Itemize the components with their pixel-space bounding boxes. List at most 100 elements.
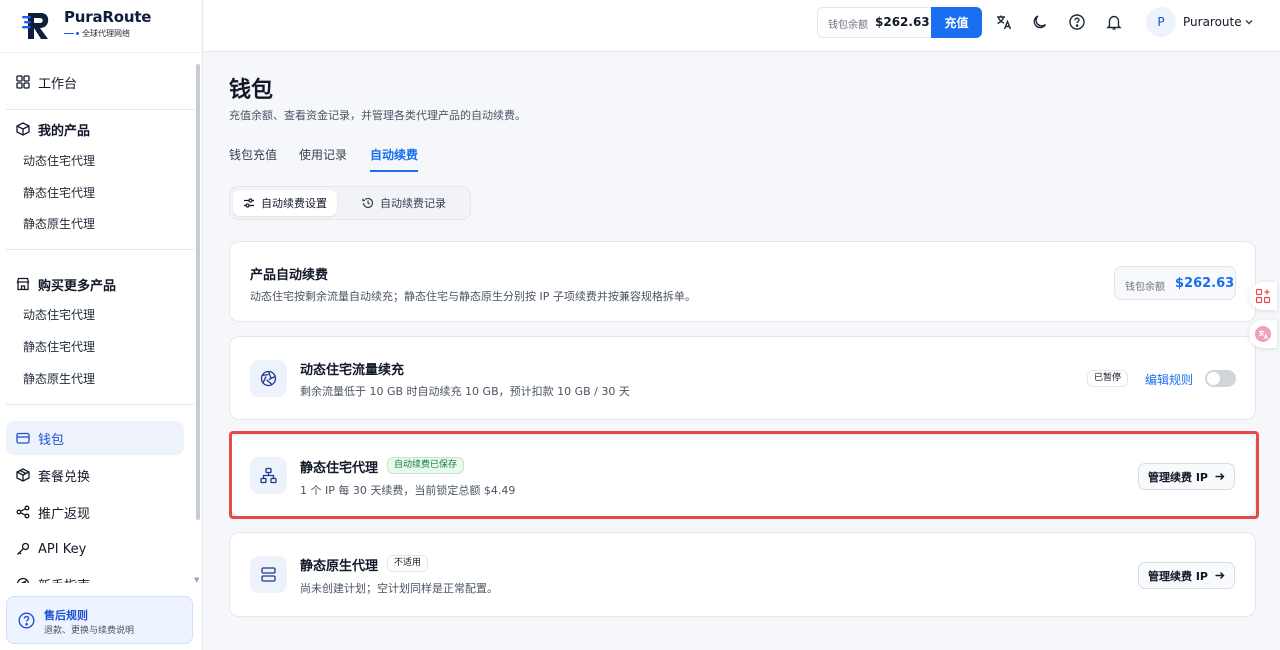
- grid-icon: [16, 75, 30, 89]
- static-native-icon-tile: [250, 556, 287, 593]
- sidebar-item-my-static-native[interactable]: 静态原生代理: [23, 214, 95, 234]
- paused-badge: 已暂停: [1087, 370, 1129, 387]
- summary-balance-value: $262.63: [1175, 276, 1235, 291]
- sidebar-item-buy-dynamic[interactable]: 动态住宅代理: [23, 305, 95, 325]
- after-sales-rules-card[interactable]: 售后规则 退款、更换与续费说明: [6, 596, 193, 644]
- translate-icon[interactable]: [995, 13, 1013, 31]
- sidebar-group-label: 我的产品: [38, 123, 91, 139]
- sidebar-item-workbench[interactable]: 工作台: [6, 65, 184, 99]
- tagline-dash: [64, 33, 74, 34]
- scroll-down-arrow-icon[interactable]: ▼: [194, 576, 199, 584]
- network-icon: [260, 467, 277, 484]
- sidebar-item-label: 推广返现: [38, 506, 91, 522]
- auto-renew-summary-card: 产品自动续费 动态住宅按剩余流量自动续充；静态住宅与静态原生分别按 IP 子项续…: [229, 241, 1256, 322]
- summary-balance: 钱包余额 $262.63: [1114, 266, 1236, 300]
- store-icon: [16, 277, 30, 291]
- sidebar-item-label: 套餐兑换: [38, 469, 91, 485]
- compass-icon: [16, 577, 30, 583]
- not-applicable-badge: 不适用: [387, 555, 429, 572]
- share-icon: [16, 505, 30, 519]
- sidebar-item-referral[interactable]: 推广返现: [6, 495, 184, 529]
- auto-renew-toggle[interactable]: [1205, 370, 1236, 387]
- summary-title: 产品自动续费: [250, 268, 329, 283]
- server-icon: [261, 567, 276, 582]
- sidebar-group-buy-more[interactable]: 购买更多产品: [6, 267, 184, 301]
- manage-renew-ip-button[interactable]: 管理续费 IP: [1138, 463, 1235, 490]
- floating-translate-button[interactable]: [1249, 320, 1277, 348]
- moon-icon[interactable]: [1031, 13, 1049, 31]
- apps-plus-icon: [1255, 288, 1271, 304]
- help-title: 售后规则: [44, 609, 88, 622]
- sidebar-group-label: 购买更多产品: [38, 278, 117, 294]
- help-icon[interactable]: [1068, 13, 1086, 31]
- sidebar-item-my-static-residential[interactable]: 静态住宅代理: [23, 183, 95, 203]
- header-balance-value: $262.63: [875, 15, 930, 29]
- subtab-auto-renew-history[interactable]: 自动续费记录: [352, 190, 456, 216]
- username[interactable]: Puraroute: [1183, 15, 1242, 29]
- sidebar-scrollbar[interactable]: [196, 64, 200, 520]
- dynamic-title: 动态住宅流量续充: [300, 363, 405, 378]
- app-name: PuraRoute: [64, 8, 152, 26]
- arrow-right-icon: [1215, 473, 1225, 480]
- edit-rules-link[interactable]: 编辑规则: [1145, 371, 1193, 388]
- help-subtitle: 退款、更换与续费说明: [44, 626, 135, 636]
- sidebar-item-label: 新手指南: [38, 575, 90, 584]
- sidebar-item-my-dynamic[interactable]: 动态住宅代理: [23, 151, 95, 171]
- auto-renew-saved-badge: 自动续费已保存: [387, 457, 465, 474]
- sidebar-item-api-key[interactable]: API Key: [6, 532, 184, 566]
- static-native-title: 静态原生代理: [300, 559, 379, 574]
- sidebar-item-wallet[interactable]: 钱包: [6, 421, 184, 455]
- tab-usage-records[interactable]: 使用记录: [299, 146, 347, 172]
- sidebar-group-my-products[interactable]: 我的产品: [6, 112, 184, 146]
- sliders-icon: [244, 198, 254, 208]
- floating-apps-button[interactable]: [1249, 282, 1277, 310]
- recharge-button[interactable]: 充值: [931, 7, 982, 38]
- sidebar: PuraRoute 全球代理网络 工作台 我的产品 动态住宅代理 静态住宅代理 …: [0, 0, 203, 650]
- auto-renew-subtabs: 自动续费设置 自动续费记录: [229, 186, 471, 220]
- static-native-description: 尚未创建计划；空计划同样是正常配置。: [300, 582, 498, 595]
- nav-separator: [6, 404, 195, 405]
- history-icon: [362, 197, 374, 209]
- arrow-right-icon: [1215, 572, 1225, 579]
- cube-icon: [16, 122, 30, 136]
- subtab-label: 自动续费设置: [261, 197, 327, 210]
- package-icon: [16, 468, 30, 482]
- app-tagline-row: 全球代理网络: [64, 28, 130, 39]
- toggle-knob: [1207, 372, 1220, 385]
- manage-renew-ip-button[interactable]: 管理续费 IP: [1138, 562, 1235, 589]
- dynamic-icon-tile: [250, 360, 287, 397]
- page-subtitle: 充值余额、查看资金记录，并管理各类代理产品的自动续费。: [229, 109, 526, 122]
- sidebar-nav: 工作台 我的产品 动态住宅代理 静态住宅代理 静态原生代理 购买更多产品 动态住…: [0, 53, 195, 583]
- sidebar-item-package-exchange[interactable]: 套餐兑换: [6, 458, 184, 492]
- question-circle-icon: [18, 612, 35, 629]
- subtab-auto-renew-settings[interactable]: 自动续费设置: [233, 190, 337, 216]
- key-icon: [17, 542, 30, 555]
- static-native-card: 静态原生代理 不适用 尚未创建计划；空计划同样是正常配置。 管理续费 IP: [229, 532, 1256, 617]
- manage-button-label: 管理续费 IP: [1148, 470, 1208, 484]
- header-balance-label: 钱包余额: [828, 20, 868, 31]
- avatar[interactable]: P: [1146, 7, 1176, 37]
- summary-description: 动态住宅按剩余流量自动续充；静态住宅与静态原生分别按 IP 子项续费并按兼容规格…: [250, 290, 696, 303]
- sidebar-item-buy-static-native[interactable]: 静态原生代理: [23, 369, 95, 389]
- logo[interactable]: PuraRoute 全球代理网络: [22, 8, 192, 42]
- static-residential-icon-tile: [250, 457, 287, 494]
- manage-button-label: 管理续费 IP: [1148, 569, 1208, 583]
- page-title: 钱包: [229, 78, 274, 103]
- tab-auto-renew[interactable]: 自动续费: [370, 146, 419, 172]
- aperture-icon: [260, 370, 277, 387]
- sidebar-item-label: API Key: [38, 541, 87, 557]
- tagline-dot: [76, 32, 79, 35]
- chevron-down-icon[interactable]: [1244, 17, 1254, 27]
- sidebar-item-guide[interactable]: 新手指南: [6, 567, 184, 583]
- sidebar-item-buy-static-residential[interactable]: 静态住宅代理: [23, 337, 95, 357]
- logo-mark-icon: [22, 13, 49, 39]
- top-bar: 钱包余额 $262.63 充值 P Puraroute: [204, 0, 1280, 52]
- nav-separator: [6, 109, 195, 110]
- bell-icon[interactable]: [1105, 13, 1123, 31]
- static-residential-description: 1 个 IP 每 30 天续费，当前锁定总额 $4.49: [300, 484, 516, 497]
- app-tagline: 全球代理网络: [82, 29, 130, 38]
- dynamic-description: 剩余流量低于 10 GB 时自动续充 10 GB，预计扣款 10 GB / 30…: [300, 385, 630, 398]
- nav-separator: [6, 249, 195, 250]
- static-residential-title: 静态住宅代理: [300, 461, 379, 476]
- tab-recharge[interactable]: 钱包充值: [229, 146, 277, 172]
